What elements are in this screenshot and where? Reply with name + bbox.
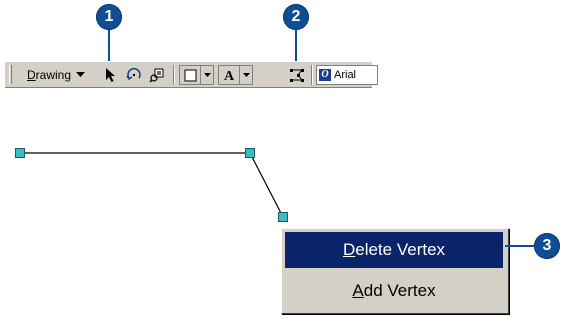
vertex-handle[interactable] — [15, 148, 25, 158]
callout-3: 3 — [534, 233, 560, 259]
add-vertex-menu-item[interactable]: Add Vertex — [285, 273, 503, 309]
callout-3-leader — [505, 245, 535, 247]
delete-vertex-menu-item[interactable]: Delete Vertex — [285, 232, 503, 268]
vertex-handle[interactable] — [278, 212, 288, 222]
vertex-handle[interactable] — [245, 148, 255, 158]
vertex-context-menu: Delete Vertex Add Vertex — [281, 228, 509, 314]
delete-vertex-label: Delete Vertex — [342, 240, 446, 259]
add-vertex-label: Add Vertex — [352, 281, 436, 300]
